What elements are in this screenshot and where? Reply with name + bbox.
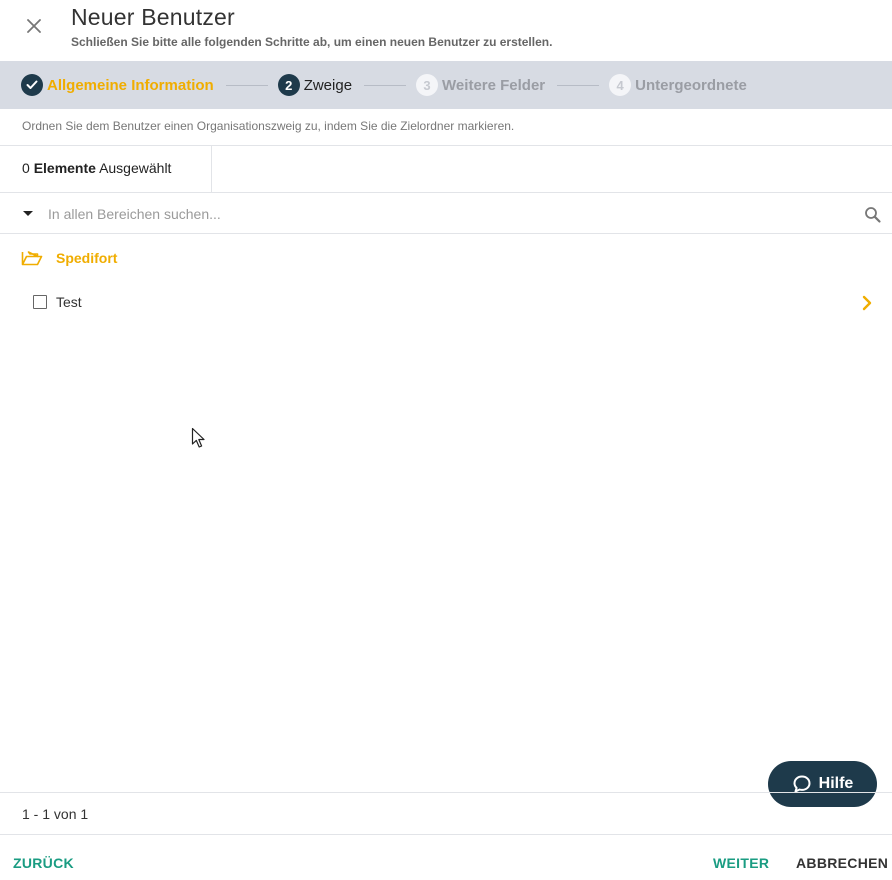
divider: [0, 233, 892, 234]
item-checkbox[interactable]: [33, 295, 47, 309]
selected-count-elements: Elemente: [33, 160, 96, 176]
close-button[interactable]: [22, 14, 46, 38]
dialog-header: Neuer Benutzer Schließen Sie bitte alle …: [0, 0, 892, 60]
back-button[interactable]: ZURÜCK: [13, 855, 74, 871]
chevron-right-icon[interactable]: [860, 294, 874, 312]
check-icon: [26, 80, 38, 89]
wizard-stepper: Allgemeine Information 2 Zweige 3 Weiter…: [0, 61, 892, 109]
dropdown-caret-icon[interactable]: [23, 211, 33, 216]
divider: [0, 834, 892, 835]
step-label: Allgemeine Information: [47, 76, 214, 94]
instruction-text: Ordnen Sie dem Benutzer einen Organisati…: [22, 119, 515, 133]
step-label: Untergeordnete: [635, 76, 747, 94]
selection-bar: 0 Elemente Ausgewählt: [0, 146, 892, 192]
step-number: 2: [277, 74, 300, 96]
dialog-subtitle: Schließen Sie bitte alle folgenden Schri…: [71, 35, 553, 49]
step-label: Zweige: [303, 76, 353, 94]
folder-open-icon: [21, 251, 43, 266]
step-more-fields[interactable]: 3 Weitere Felder: [416, 74, 545, 96]
selected-count: 0 Elemente Ausgewählt: [22, 160, 171, 176]
selected-count-label: Ausgewählt: [99, 160, 172, 176]
vertical-divider: [211, 146, 212, 192]
search-icon[interactable]: [864, 206, 882, 224]
tree-item[interactable]: Test: [0, 288, 892, 316]
divider: [0, 792, 892, 793]
tree-item-label: Test: [56, 294, 82, 310]
step-number: 3: [416, 74, 439, 96]
cancel-button[interactable]: ABBRECHEN: [796, 855, 888, 871]
search-input[interactable]: [48, 203, 848, 225]
help-label: Hilfe: [818, 775, 854, 792]
step-connector: [364, 84, 407, 86]
step-connector: [225, 84, 268, 86]
pagination-info: 1 - 1 von 1: [22, 806, 89, 822]
help-button[interactable]: Hilfe: [768, 761, 877, 807]
mouse-cursor-icon: [191, 427, 205, 448]
step-branches[interactable]: 2 Zweige: [277, 74, 353, 96]
close-icon: [27, 19, 41, 33]
selected-count-number: 0: [22, 160, 30, 176]
next-button[interactable]: WEITER: [713, 855, 769, 871]
search-row: [0, 193, 892, 233]
step-general-info[interactable]: Allgemeine Information: [21, 74, 214, 96]
tree-root-label: Spedifort: [56, 250, 118, 266]
step-connector: [557, 84, 600, 86]
step-done-circle: [21, 74, 43, 96]
chat-bubble-icon: [793, 775, 811, 793]
tree-root[interactable]: Spedifort: [0, 244, 892, 272]
step-number: 4: [609, 74, 632, 96]
dialog-title: Neuer Benutzer: [71, 4, 235, 30]
step-subordinates[interactable]: 4 Untergeordnete: [609, 74, 747, 96]
step-label: Weitere Felder: [442, 76, 546, 94]
